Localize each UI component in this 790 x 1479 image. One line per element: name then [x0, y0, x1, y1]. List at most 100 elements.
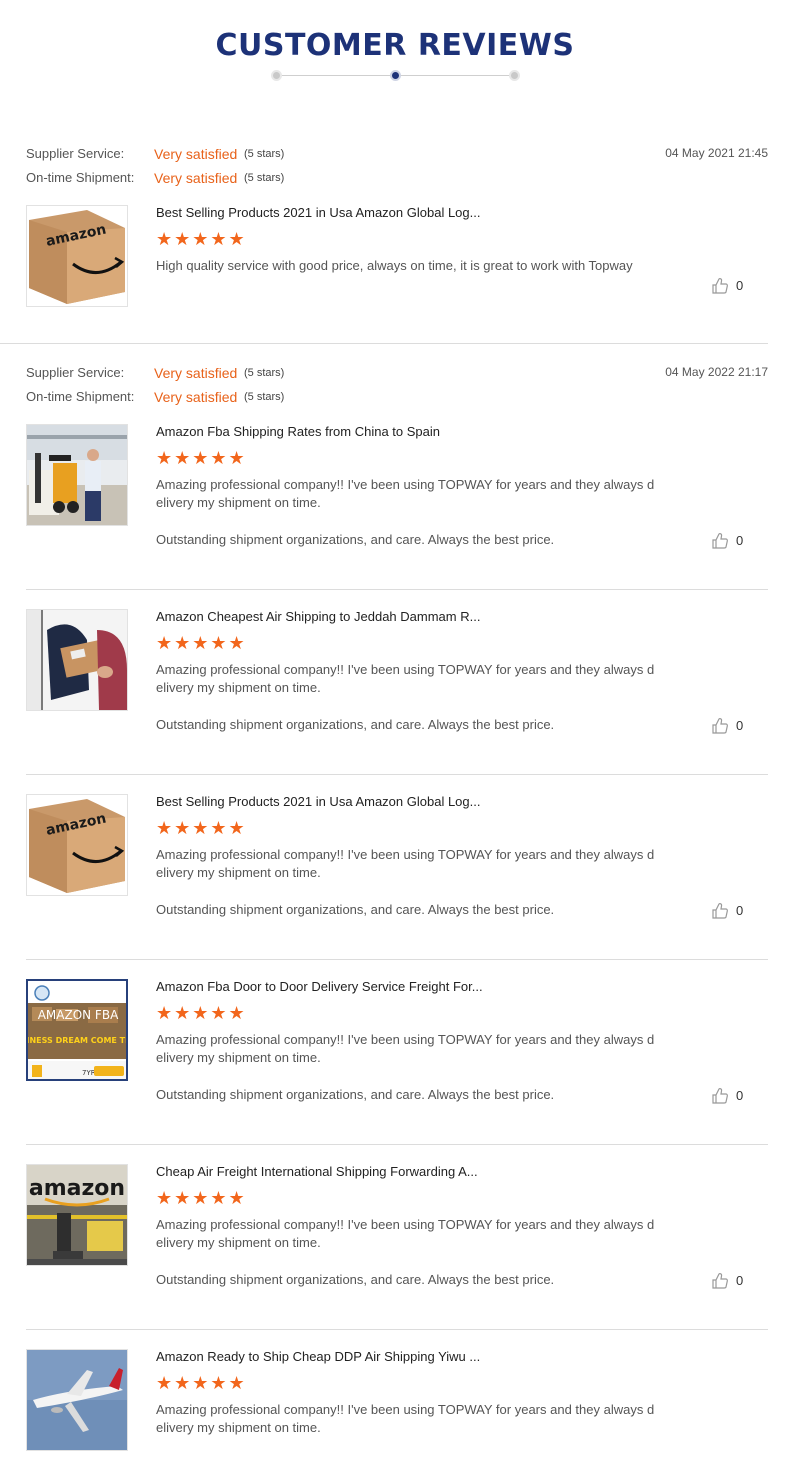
star-rating: ★★★★★ — [156, 448, 247, 468]
review-text: Amazing professional company!! I've been… — [156, 662, 655, 695]
warehouse-forklift-image — [27, 425, 127, 525]
star-rating: ★★★★★ — [156, 1188, 247, 1208]
like-count: 0 — [736, 1088, 744, 1103]
item-separator — [26, 774, 768, 775]
fba-years-text: 7YR — [82, 1069, 96, 1077]
supplier-service-stars: (5 stars) — [244, 367, 285, 379]
amazon-warehouse-image: amazon — [27, 1165, 127, 1265]
star-rating: ★★★★★ — [156, 1373, 247, 1393]
item-separator — [26, 959, 768, 960]
supplier-service-row: Supplier Service: Very satisfied (5 star… — [26, 365, 768, 383]
review-meta: Supplier Service: Very satisfied (5 star… — [26, 365, 768, 405]
on-time-shipment-value: Very satisfied — [154, 389, 238, 405]
thumbs-up-icon — [712, 718, 728, 734]
review-extra-text: Outstanding shipment organizations, and … — [156, 717, 555, 732]
review-date: 04 May 2022 21:17 — [665, 365, 768, 379]
product-title[interactable]: Amazon Fba Door to Door Delivery Service… — [156, 979, 483, 994]
reviews-header: CUSTOMER REVIEWS — [0, 0, 790, 100]
star-rating: ★★★★★ — [156, 633, 247, 653]
review-text: Amazing professional company!! I've been… — [156, 847, 655, 880]
review-product-item: amazon Best Selling Products 2021 in Usa… — [26, 794, 768, 919]
product-title[interactable]: Best Selling Products 2021 in Usa Amazon… — [156, 205, 480, 220]
amazon-box-image: amazon — [27, 795, 127, 895]
review-text: Amazing professional company!! I've been… — [156, 1217, 655, 1250]
review-product-item: amazon Best Selling Products 2021 in Usa… — [26, 205, 768, 315]
thumbs-up-icon — [712, 1273, 728, 1289]
star-rating: ★★★★★ — [156, 818, 247, 838]
review-text: Amazing professional company!! I've been… — [156, 1032, 655, 1065]
star-rating: ★★★★★ — [156, 229, 247, 249]
supplier-service-label: Supplier Service: — [26, 365, 125, 380]
on-time-shipment-row: On-time Shipment: Very satisfied (5 star… — [26, 170, 768, 188]
on-time-shipment-value: Very satisfied — [154, 170, 238, 186]
thumbs-up-icon — [712, 1088, 728, 1104]
review-product-item: Amazon Cheapest Air Shipping to Jeddah D… — [26, 609, 768, 734]
review-extra-text: Outstanding shipment organizations, and … — [156, 902, 555, 917]
supplier-service-value: Very satisfied — [154, 146, 238, 162]
review-date: 04 May 2021 21:45 — [665, 146, 768, 160]
review-extra-text: Outstanding shipment organizations, and … — [156, 1087, 555, 1102]
review-product-item: Amazon Ready to Ship Cheap DDP Air Shipp… — [26, 1349, 768, 1459]
like-count: 0 — [736, 1273, 744, 1288]
review-meta: Supplier Service: Very satisfied (5 star… — [26, 146, 768, 186]
on-time-shipment-stars: (5 stars) — [244, 391, 285, 403]
thumbs-up-icon — [712, 533, 728, 549]
like-button[interactable]: 0 — [711, 717, 751, 735]
review-separator — [0, 343, 768, 344]
review-product-item: amazon Cheap Air Freight International S… — [26, 1164, 768, 1289]
star-rating: ★★★★★ — [156, 1003, 247, 1023]
on-time-shipment-label: On-time Shipment: — [26, 389, 135, 404]
product-title[interactable]: Best Selling Products 2021 in Usa Amazon… — [156, 794, 480, 809]
amazon-sign-text: amazon — [29, 1176, 125, 1201]
on-time-shipment-row: On-time Shipment: Very satisfied (5 star… — [26, 389, 768, 407]
amazon-box-image: amazon — [27, 206, 127, 306]
like-count: 0 — [736, 718, 744, 733]
like-button[interactable]: 0 — [711, 1272, 751, 1290]
divider-dot-center — [390, 70, 401, 81]
item-separator — [26, 1329, 768, 1330]
product-thumbnail[interactable]: amazon — [26, 1164, 128, 1266]
product-title[interactable]: Amazon Ready to Ship Cheap DDP Air Shipp… — [156, 1349, 480, 1364]
product-thumbnail[interactable]: AMAZON FBA BUSINESS DREAM COME TRUE? 7YR — [26, 979, 128, 1081]
review-text: Amazing professional company!! I've been… — [156, 1402, 655, 1435]
thumbs-up-icon — [712, 903, 728, 919]
amazon-fba-banner-image: AMAZON FBA BUSINESS DREAM COME TRUE? 7YR — [28, 981, 128, 1079]
supplier-service-label: Supplier Service: — [26, 146, 125, 161]
supplier-service-value: Very satisfied — [154, 365, 238, 381]
like-button[interactable]: 0 — [711, 532, 751, 550]
review-extra-text: Outstanding shipment organizations, and … — [156, 532, 555, 547]
like-count: 0 — [736, 278, 744, 293]
product-thumbnail[interactable] — [26, 1349, 128, 1451]
product-thumbnail[interactable]: amazon — [26, 794, 128, 896]
product-title[interactable]: Amazon Cheapest Air Shipping to Jeddah D… — [156, 609, 480, 624]
review-product-item: AMAZON FBA BUSINESS DREAM COME TRUE? 7YR… — [26, 979, 768, 1104]
product-title[interactable]: Cheap Air Freight International Shipping… — [156, 1164, 478, 1179]
review-text: Amazing professional company!! I've been… — [156, 477, 655, 510]
product-thumbnail[interactable]: amazon — [26, 205, 128, 307]
like-count: 0 — [736, 903, 744, 918]
product-thumbnail[interactable] — [26, 609, 128, 711]
product-title[interactable]: Amazon Fba Shipping Rates from China to … — [156, 424, 440, 439]
divider-dot-left — [271, 70, 282, 81]
divider-dot-right — [509, 70, 520, 81]
fba-tagline-text: BUSINESS DREAM COME TRUE? — [28, 1036, 128, 1045]
thumbs-up-icon — [712, 278, 728, 294]
on-time-shipment-label: On-time Shipment: — [26, 170, 135, 185]
on-time-shipment-stars: (5 stars) — [244, 172, 285, 184]
fba-banner-text: AMAZON FBA — [38, 1008, 119, 1022]
item-separator — [26, 1144, 768, 1145]
item-separator — [26, 589, 768, 590]
page-title: CUSTOMER REVIEWS — [215, 28, 575, 63]
review-product-item: Amazon Fba Shipping Rates from China to … — [26, 424, 768, 549]
review-extra-text: Outstanding shipment organizations, and … — [156, 1272, 555, 1287]
product-thumbnail[interactable] — [26, 424, 128, 526]
like-count: 0 — [736, 533, 744, 548]
supplier-service-row: Supplier Service: Very satisfied (5 star… — [26, 146, 768, 164]
like-button[interactable]: 0 — [711, 1087, 751, 1105]
like-button[interactable]: 0 — [711, 902, 751, 920]
like-button[interactable]: 0 — [711, 277, 751, 295]
airplane-image — [27, 1350, 127, 1450]
review-text: High quality service with good price, al… — [156, 258, 633, 273]
delivery-person-image — [27, 610, 127, 710]
supplier-service-stars: (5 stars) — [244, 148, 285, 160]
